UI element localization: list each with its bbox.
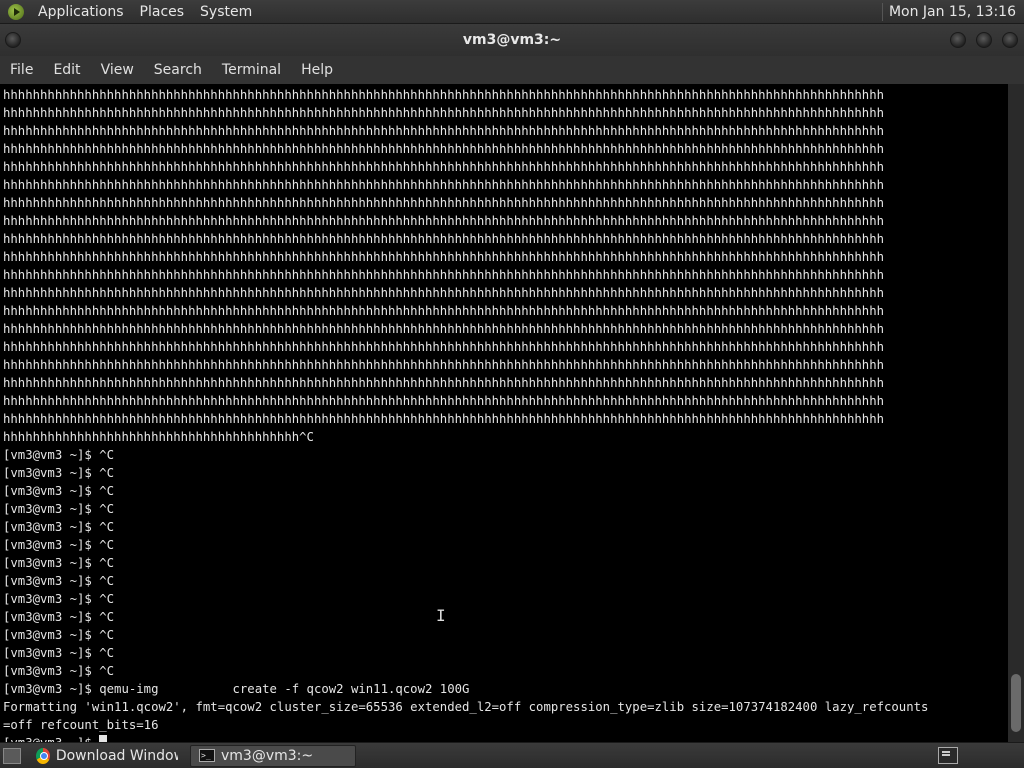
menu-view[interactable]: View bbox=[91, 62, 144, 78]
menu-file[interactable]: File bbox=[0, 62, 43, 78]
distro-logo-icon[interactable] bbox=[8, 3, 24, 20]
text-cursor-ibeam-icon: I bbox=[436, 606, 446, 625]
menu-edit[interactable]: Edit bbox=[43, 62, 90, 78]
terminal-scrollbar[interactable] bbox=[1008, 84, 1024, 742]
taskbar-item-label: Download Window... bbox=[55, 747, 178, 764]
window-title: vm3@vm3:~ bbox=[462, 32, 562, 48]
terminal-line: =off refcount_bits=16 bbox=[3, 718, 159, 732]
terminal-line: hhhhhhhhhhhhhhhhhhhhhhhhhhhhhhhhhhhhhhhh… bbox=[3, 88, 884, 102]
system-menu[interactable]: System bbox=[192, 4, 260, 20]
bottom-panel: Download Window... >_ vm3@vm3:~ bbox=[0, 742, 1024, 768]
window-titlebar[interactable]: vm3@vm3:~ bbox=[0, 24, 1024, 56]
show-desktop-icon[interactable] bbox=[3, 747, 21, 764]
terminal-cursor bbox=[99, 735, 108, 742]
terminal-line: hhhhhhhhhhhhhhhhhhhhhhhhhhhhhhhhhhhhhhhh… bbox=[3, 376, 884, 390]
terminal-line: [vm3@vm3 ~]$ ^C bbox=[3, 592, 115, 606]
terminal-output[interactable]: hhhhhhhhhhhhhhhhhhhhhhhhhhhhhhhhhhhhhhhh… bbox=[0, 84, 1008, 742]
terminal-line: [vm3@vm3 ~]$ ^C bbox=[3, 556, 115, 570]
terminal-line: [vm3@vm3 ~]$ ^C bbox=[3, 610, 115, 624]
scrollbar-thumb[interactable] bbox=[1011, 674, 1021, 732]
terminal-line: hhhhhhhhhhhhhhhhhhhhhhhhhhhhhhhhhhhhhhhh… bbox=[3, 178, 884, 192]
taskbar-item-terminal[interactable]: >_ vm3@vm3:~ bbox=[190, 744, 356, 767]
places-menu[interactable]: Places bbox=[132, 4, 193, 20]
terminal-line: hhhhhhhhhhhhhhhhhhhhhhhhhhhhhhhhhhhhhhhh… bbox=[3, 214, 884, 228]
terminal-menubar: File Edit View Search Terminal Help bbox=[0, 56, 1024, 84]
terminal-line: hhhhhhhhhhhhhhhhhhhhhhhhhhhhhhhhhhhhhhhh… bbox=[3, 412, 884, 426]
terminal-line: hhhhhhhhhhhhhhhhhhhhhhhhhhhhhhhhhhhhhhhh… bbox=[3, 124, 884, 138]
close-button[interactable] bbox=[1002, 32, 1018, 48]
terminal-line: hhhhhhhhhhhhhhhhhhhhhhhhhhhhhhhhhhhhhhhh… bbox=[3, 142, 884, 156]
terminal-line: [vm3@vm3 ~]$ ^C bbox=[3, 646, 115, 660]
terminal-line: Formatting 'win11.qcow2', fmt=qcow2 clus… bbox=[3, 700, 929, 714]
clock[interactable]: Mon Jan 15, 13:16 bbox=[889, 4, 1024, 20]
terminal-line: hhhhhhhhhhhhhhhhhhhhhhhhhhhhhhhhhhhhhhhh… bbox=[3, 160, 884, 174]
terminal-line: [vm3@vm3 ~]$ ^C bbox=[3, 502, 115, 516]
terminal-line: [vm3@vm3 ~]$ ^C bbox=[3, 628, 115, 642]
window-menu-button[interactable] bbox=[5, 32, 21, 48]
taskbar-item-browser[interactable]: Download Window... bbox=[27, 745, 187, 767]
applications-menu[interactable]: Applications bbox=[30, 4, 132, 20]
terminal-line: [vm3@vm3 ~]$ ^C bbox=[3, 538, 115, 552]
terminal-line: [vm3@vm3 ~]$ ^C bbox=[3, 574, 115, 588]
terminal-line: hhhhhhhhhhhhhhhhhhhhhhhhhhhhhhhhhhhhhhhh… bbox=[3, 358, 884, 372]
terminal-line: hhhhhhhhhhhhhhhhhhhhhhhhhhhhhhhhhhhhhhhh… bbox=[3, 106, 884, 120]
maximize-button[interactable] bbox=[976, 32, 992, 48]
menu-terminal[interactable]: Terminal bbox=[212, 62, 291, 78]
terminal-line: hhhhhhhhhhhhhhhhhhhhhhhhhhhhhhhhhhhhhhhh… bbox=[3, 268, 884, 282]
terminal-line: hhhhhhhhhhhhhhhhhhhhhhhhhhhhhhhhhhhhhhhh… bbox=[3, 430, 314, 444]
terminal-line: [vm3@vm3 ~]$ ^C bbox=[3, 520, 115, 534]
top-panel: Applications Places System Mon Jan 15, 1… bbox=[0, 0, 1024, 24]
terminal-line: hhhhhhhhhhhhhhhhhhhhhhhhhhhhhhhhhhhhhhhh… bbox=[3, 196, 884, 210]
terminal-line: [vm3@vm3 ~]$ ^C bbox=[3, 484, 115, 498]
panel-separator bbox=[881, 2, 883, 21]
terminal-line: hhhhhhhhhhhhhhhhhhhhhhhhhhhhhhhhhhhhhhhh… bbox=[3, 250, 884, 264]
menu-help[interactable]: Help bbox=[291, 62, 343, 78]
terminal-line: hhhhhhhhhhhhhhhhhhhhhhhhhhhhhhhhhhhhhhhh… bbox=[3, 286, 884, 300]
minimize-button[interactable] bbox=[950, 32, 966, 48]
menu-search[interactable]: Search bbox=[144, 62, 212, 78]
terminal-icon: >_ bbox=[199, 749, 215, 762]
terminal-prompt-line[interactable]: [vm3@vm3 ~]$ bbox=[0, 734, 1008, 742]
chrome-icon bbox=[36, 747, 50, 764]
terminal-line: hhhhhhhhhhhhhhhhhhhhhhhhhhhhhhhhhhhhhhhh… bbox=[3, 340, 884, 354]
terminal-line: [vm3@vm3 ~]$ qemu-img create -f qcow2 wi… bbox=[3, 682, 470, 696]
terminal-line: hhhhhhhhhhhhhhhhhhhhhhhhhhhhhhhhhhhhhhhh… bbox=[3, 322, 884, 336]
terminal-line: hhhhhhhhhhhhhhhhhhhhhhhhhhhhhhhhhhhhhhhh… bbox=[3, 304, 884, 318]
workspace-switcher-icon[interactable] bbox=[938, 747, 958, 764]
terminal-line: hhhhhhhhhhhhhhhhhhhhhhhhhhhhhhhhhhhhhhhh… bbox=[3, 232, 884, 246]
terminal-line: [vm3@vm3 ~]$ ^C bbox=[3, 664, 115, 678]
taskbar-item-label: vm3@vm3:~ bbox=[221, 747, 314, 764]
terminal-line: [vm3@vm3 ~]$ ^C bbox=[3, 466, 115, 480]
terminal-line: [vm3@vm3 ~]$ ^C bbox=[3, 448, 115, 462]
terminal-line: hhhhhhhhhhhhhhhhhhhhhhhhhhhhhhhhhhhhhhhh… bbox=[3, 394, 884, 408]
